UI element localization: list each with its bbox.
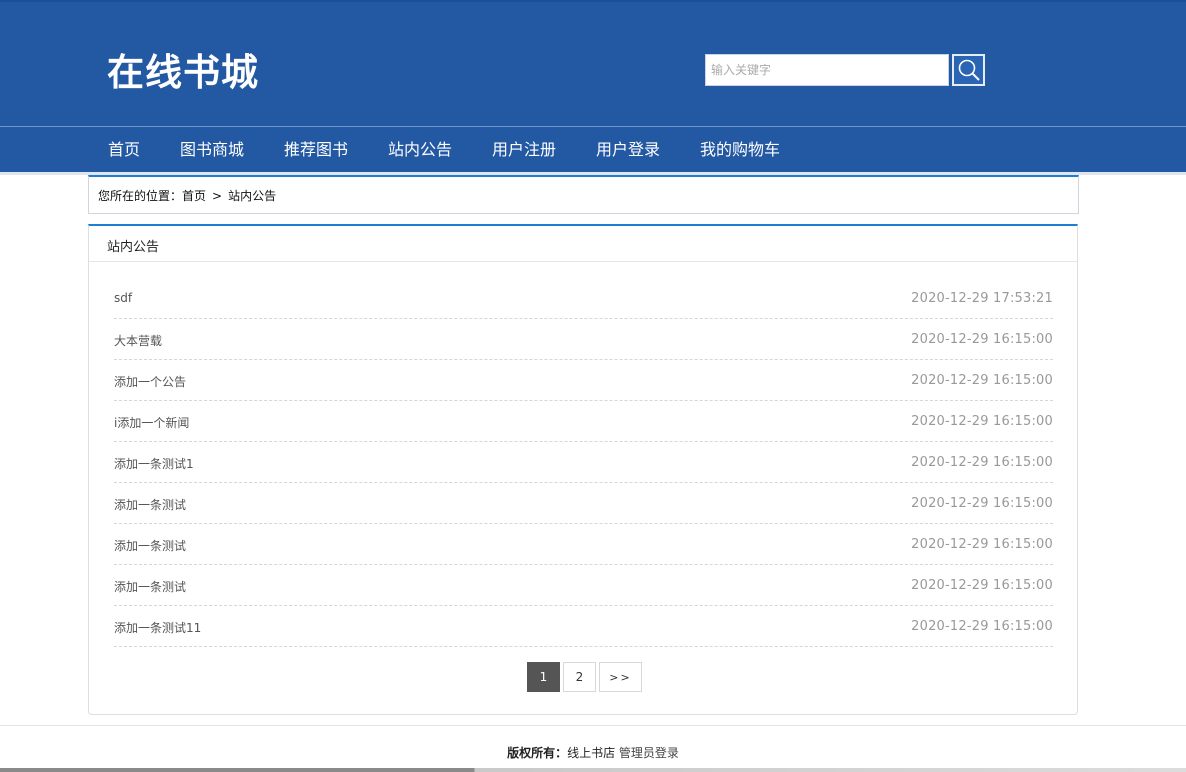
list-item[interactable]: 添加一个公告 2020-12-29 16:15:00 <box>114 360 1053 401</box>
list-item[interactable]: sdf 2020-12-29 17:53:21 <box>114 278 1053 319</box>
pagination: 1 2 >> <box>527 662 642 692</box>
list-item[interactable]: 添加一条测试 2020-12-29 16:15:00 <box>114 524 1053 565</box>
nav-item-announcements[interactable]: 站内公告 <box>388 127 452 173</box>
search-input[interactable] <box>706 55 948 85</box>
nav-item-book-store[interactable]: 图书商城 <box>180 127 244 173</box>
search-box <box>705 54 949 86</box>
list-item[interactable]: i添加一个新闻 2020-12-29 16:15:00 <box>114 401 1053 442</box>
page-button-1[interactable]: 1 <box>527 662 560 692</box>
bottom-scrollbar[interactable] <box>0 768 1186 772</box>
panel-header: 站内公告 <box>89 226 1077 262</box>
list-item[interactable]: 添加一条测试11 2020-12-29 16:15:00 <box>114 606 1053 647</box>
list-item[interactable]: 大本营载 2020-12-29 16:15:00 <box>114 319 1053 360</box>
announcement-date: 2020-12-29 16:15:00 <box>911 537 1053 552</box>
main-nav: 首页 图书商城 推荐图书 站内公告 用户注册 用户登录 我的购物车 <box>0 126 1186 172</box>
announcement-date: 2020-12-29 17:53:21 <box>911 291 1053 306</box>
announcement-list: sdf 2020-12-29 17:53:21 大本营载 2020-12-29 … <box>114 278 1053 647</box>
nav-item-register[interactable]: 用户注册 <box>492 127 556 173</box>
announcement-date: 2020-12-29 16:15:00 <box>911 373 1053 388</box>
list-item[interactable]: 添加一条测试1 2020-12-29 16:15:00 <box>114 442 1053 483</box>
list-item[interactable]: 添加一条测试 2020-12-29 16:15:00 <box>114 565 1053 606</box>
search-button[interactable] <box>952 54 985 86</box>
announcement-title[interactable]: 添加一条测试11 <box>114 619 201 636</box>
breadcrumb-home-link[interactable]: 首页 <box>182 187 206 204</box>
nav-item-recommended[interactable]: 推荐图书 <box>284 127 348 173</box>
panel-title: 站内公告 <box>107 240 160 255</box>
site-logo[interactable]: 在线书城 <box>107 48 259 98</box>
nav-item-cart[interactable]: 我的购物车 <box>700 127 780 173</box>
admin-login-link[interactable]: 管理员登录 <box>619 746 679 760</box>
announcement-title[interactable]: 添加一条测试 <box>114 496 186 513</box>
nav-item-home[interactable]: 首页 <box>108 127 140 173</box>
announcement-title[interactable]: 添加一条测试 <box>114 578 186 595</box>
site-header: 在线书城 <box>0 0 1186 126</box>
breadcrumb-current: 站内公告 <box>228 189 277 203</box>
footer-divider <box>0 725 1186 726</box>
announcement-date: 2020-12-29 16:15:00 <box>911 578 1053 593</box>
next-page-button[interactable]: >> <box>599 662 642 692</box>
breadcrumb-separator: > <box>212 189 223 203</box>
breadcrumb-prefix: 您所在的位置： <box>98 189 183 203</box>
announcement-title[interactable]: i添加一个新闻 <box>114 414 189 431</box>
copyright-label: 版权所有： <box>507 746 568 760</box>
announcement-date: 2020-12-29 16:15:00 <box>911 332 1053 347</box>
announcement-title[interactable]: 添加一个公告 <box>114 373 186 390</box>
search-icon <box>958 59 980 81</box>
announcement-panel: 站内公告 sdf 2020-12-29 17:53:21 大本营载 2020-1… <box>88 224 1078 715</box>
announcement-title[interactable]: sdf <box>114 291 132 305</box>
footer-site-name: 线上书店 <box>567 746 616 760</box>
list-item[interactable]: 添加一条测试 2020-12-29 16:15:00 <box>114 483 1053 524</box>
nav-item-login[interactable]: 用户登录 <box>596 127 660 173</box>
announcement-title[interactable]: 添加一条测试 <box>114 537 186 554</box>
announcement-date: 2020-12-29 16:15:00 <box>911 414 1053 429</box>
announcement-date: 2020-12-29 16:15:00 <box>911 619 1053 634</box>
announcement-date: 2020-12-29 16:15:00 <box>911 496 1053 511</box>
announcement-title[interactable]: 添加一条测试1 <box>114 455 194 472</box>
breadcrumb: 您所在的位置：首页 > 站内公告 <box>88 175 1079 214</box>
announcement-date: 2020-12-29 16:15:00 <box>911 455 1053 470</box>
site-footer: 版权所有：线上书店 管理员登录 <box>0 744 1186 761</box>
page-button-2[interactable]: 2 <box>563 662 596 692</box>
announcement-title[interactable]: 大本营载 <box>114 332 162 349</box>
